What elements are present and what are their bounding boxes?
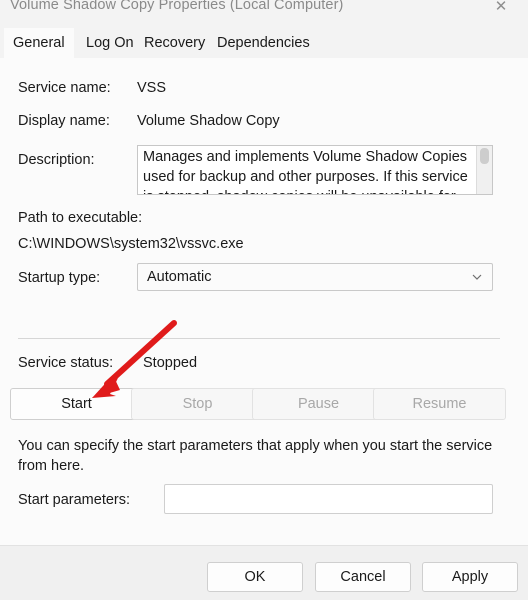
- description-textarea[interactable]: Manages and implements Volume Shadow Cop…: [137, 145, 493, 195]
- description-scrollbar[interactable]: [476, 146, 492, 194]
- section-divider: [18, 338, 500, 339]
- startup-type-label: Startup type:: [18, 270, 101, 286]
- apply-button[interactable]: Apply: [422, 562, 518, 592]
- path-to-executable-label: Path to executable:: [18, 210, 143, 226]
- start-button[interactable]: Start: [10, 388, 143, 420]
- startup-type-value: Automatic: [147, 269, 212, 285]
- display-name-value: Volume Shadow Copy: [137, 113, 280, 129]
- tab-strip: General Log On Recovery Dependencies: [0, 28, 528, 58]
- tab-dependencies[interactable]: Dependencies: [208, 28, 319, 58]
- ok-button[interactable]: OK: [207, 562, 303, 592]
- path-to-executable-value: C:\WINDOWS\system32\vssvc.exe: [18, 236, 244, 252]
- window-title: Volume Shadow Copy Properties (Local Com…: [10, 0, 344, 13]
- start-parameters-help-text: You can specify the start parameters tha…: [18, 438, 493, 474]
- tab-log-on[interactable]: Log On: [77, 28, 143, 58]
- description-text: Manages and implements Volume Shadow Cop…: [143, 149, 468, 194]
- startup-type-select[interactable]: Automatic: [137, 263, 493, 291]
- chevron-down-icon: [472, 272, 482, 282]
- cancel-button[interactable]: Cancel: [315, 562, 411, 592]
- general-tab-panel: Service name: VSS Display name: Volume S…: [0, 58, 528, 545]
- title-bar: Volume Shadow Copy Properties (Local Com…: [0, 0, 528, 21]
- service-status-label: Service status:: [18, 355, 114, 371]
- dialog-footer: OK Cancel Apply: [0, 545, 528, 600]
- description-label: Description:: [18, 152, 95, 168]
- pause-button: Pause: [252, 388, 385, 420]
- display-name-label: Display name:: [18, 113, 110, 129]
- start-parameters-label: Start parameters:: [18, 492, 131, 508]
- tab-general[interactable]: General: [4, 28, 74, 58]
- service-name-value: VSS: [137, 80, 167, 96]
- service-name-label: Service name:: [18, 80, 111, 96]
- resume-button: Resume: [373, 388, 506, 420]
- start-parameters-input[interactable]: [164, 484, 493, 514]
- stop-button: Stop: [131, 388, 264, 420]
- description-scrollbar-thumb[interactable]: [480, 148, 489, 164]
- service-properties-dialog: Volume Shadow Copy Properties (Local Com…: [0, 0, 528, 600]
- close-icon[interactable]: ✕: [480, 0, 522, 19]
- service-status-value: Stopped: [143, 355, 198, 371]
- tab-recovery[interactable]: Recovery: [135, 28, 214, 58]
